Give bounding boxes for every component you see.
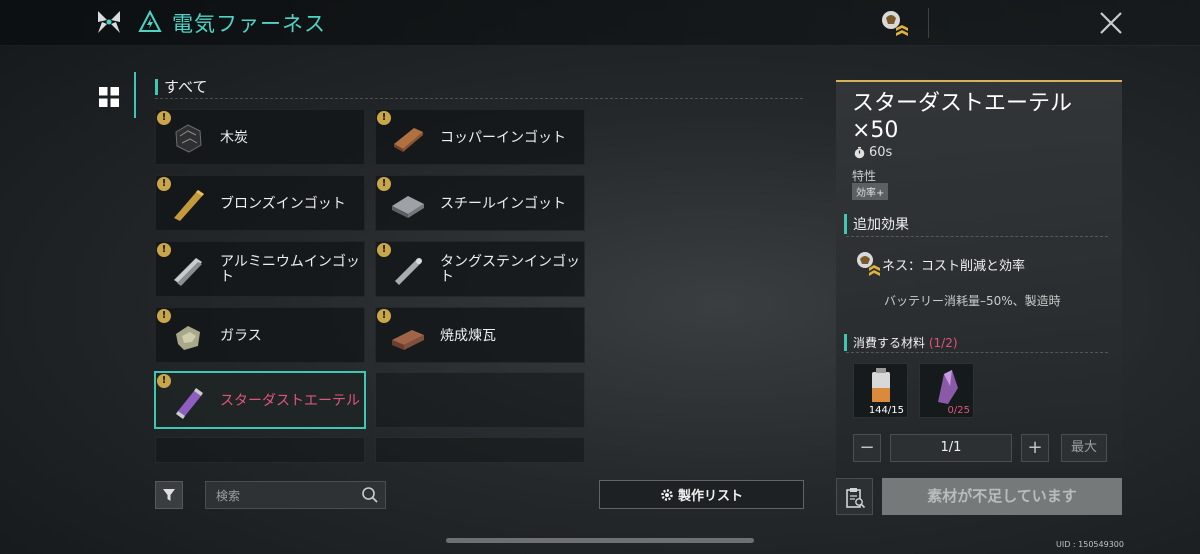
all-categories-grid-icon[interactable]: [99, 87, 119, 107]
item-card-copper-ingot[interactable]: ! コッパーインゴット: [375, 109, 585, 165]
home-indicator[interactable]: [446, 538, 754, 543]
charcoal-icon: [175, 124, 202, 153]
fired-brick-icon: [392, 330, 424, 350]
clipboard-search-icon: [846, 488, 866, 509]
category-label: すべて: [164, 78, 208, 96]
stardust-ether-icon: [176, 388, 203, 419]
material-slot[interactable]: 0/25: [919, 363, 974, 418]
item-card-bronze-ingot[interactable]: ! ブロンズインゴット: [155, 175, 365, 231]
trait-tag[interactable]: 効率+: [852, 183, 889, 200]
item-card-tungsten-ingot[interactable]: ! タングステンインゴット: [375, 241, 585, 297]
trait-label: 特性: [852, 169, 877, 183]
stopwatch-icon: [854, 146, 865, 158]
battery-material-icon: [872, 368, 890, 402]
material-count: 0/25: [947, 405, 970, 416]
item-card-steel-ingot[interactable]: ! スチールインゴット: [375, 175, 585, 231]
tungsten-ingot-icon: [395, 258, 422, 285]
filter-icon: [163, 489, 175, 501]
item-name: コッパーインゴット: [440, 129, 566, 146]
crystal-material-icon: [938, 370, 958, 404]
electric-furnace-icon: [138, 10, 162, 32]
gear-icon: [661, 488, 673, 501]
craft-time-value: 60s: [869, 145, 893, 160]
user-id: UID : 150549300: [1056, 540, 1124, 549]
bonus-effect-description: バッテリー消耗量–50%、製造時: [884, 294, 1061, 308]
search-input[interactable]: 検索: [205, 481, 386, 509]
max-quantity-button[interactable]: 最大: [1061, 434, 1107, 462]
glass-icon: [176, 326, 200, 350]
detail-title: スターダストエーテル ×50: [852, 91, 1073, 143]
item-name: 木炭: [220, 129, 248, 146]
item-card-stardust-ether[interactable]: ! スターダストエーテル: [154, 371, 366, 429]
header-divider: [928, 8, 929, 38]
craft-time: 60s: [854, 145, 892, 160]
search-icon[interactable]: [361, 486, 379, 504]
materials-header-label: 消費する材料: [853, 336, 926, 350]
empty-item-slot: [155, 437, 365, 463]
aluminum-ingot-icon: [174, 258, 202, 286]
rank-badge-icon[interactable]: [878, 8, 910, 40]
item-name: アルミニウムインゴット: [220, 254, 360, 285]
item-card-charcoal[interactable]: ! 木炭: [155, 109, 365, 165]
category-divider: [155, 98, 803, 99]
item-name: ガラス: [220, 327, 262, 344]
item-name: ブロンズインゴット: [220, 195, 346, 212]
empty-item-slot: [375, 372, 585, 428]
material-count: 144/15: [868, 405, 904, 416]
item-name: スチールインゴット: [440, 195, 566, 212]
item-card-fired-brick[interactable]: ! 焼成煉瓦: [375, 307, 585, 363]
item-name: 焼成煉瓦: [440, 327, 496, 344]
rank-badge-icon: [857, 252, 880, 276]
game-logo-icon[interactable]: [96, 9, 122, 35]
top-bar: 電気ファーネス: [0, 0, 1200, 46]
increase-quantity-button[interactable]: +: [1021, 434, 1049, 462]
filter-button[interactable]: [155, 481, 183, 509]
item-name: スターダストエーテル: [220, 392, 360, 409]
bonus-divider: [846, 236, 1108, 237]
craft-list-label: 製作リスト: [677, 489, 743, 504]
search-placeholder: 検索: [216, 489, 241, 503]
decrease-quantity-button[interactable]: −: [853, 434, 881, 462]
close-icon[interactable]: [1098, 10, 1124, 36]
bonus-effect-header: 追加効果: [844, 214, 909, 234]
category-marker: [155, 79, 158, 95]
item-name: タングステンインゴット: [440, 254, 580, 285]
item-detail-panel: スターダストエーテル ×50 60s 特性 効率+ 追加効果 ネス：コスト削減と…: [836, 80, 1122, 481]
page-title: 電気ファーネス: [172, 12, 326, 36]
materials-divider: [846, 352, 1108, 353]
nav-selected-indicator: [134, 72, 136, 118]
craft-list-button[interactable]: 製作リスト: [599, 480, 804, 509]
recipe-info-button[interactable]: [836, 478, 873, 515]
quantity-value[interactable]: 1/1: [890, 434, 1012, 462]
craft-button[interactable]: 素材が不足しています: [882, 478, 1122, 515]
bronze-ingot-icon: [174, 190, 204, 221]
material-slot[interactable]: 144/15: [853, 363, 908, 418]
materials-header: 消費する材料 (1/2): [844, 334, 958, 351]
empty-item-slot: [375, 437, 585, 463]
materials-count: (1/2): [928, 336, 958, 350]
bonus-effect-name: ネス：コスト削減と効率: [882, 259, 1026, 274]
steel-ingot-icon: [392, 196, 424, 218]
item-card-glass[interactable]: ! ガラス: [155, 307, 365, 363]
copper-ingot-icon: [394, 128, 423, 152]
item-card-aluminum-ingot[interactable]: ! アルミニウムインゴット: [155, 241, 365, 297]
